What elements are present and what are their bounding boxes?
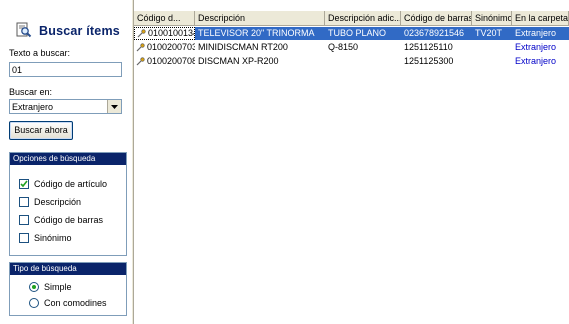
magnifier-page-icon — [16, 22, 32, 40]
search-now-button[interactable]: Buscar ahora — [9, 121, 73, 140]
option-label: Código de barras — [34, 215, 104, 225]
cell-desc2: TUBO PLANO — [325, 27, 401, 40]
cell-barcode: 1251125110 — [404, 42, 453, 52]
table-row[interactable]: 0100200703 MINIDISCMAN RT200 Q-8150 1251… — [134, 41, 569, 54]
search-in-label: Buscar en: — [9, 87, 53, 97]
cell-syn: TV20T — [472, 27, 512, 40]
option-codigo-barras[interactable]: Código de barras — [19, 215, 103, 225]
search-title-text: Buscar ítems — [39, 24, 120, 38]
radio-selected-icon[interactable] — [29, 282, 39, 292]
cell-barcode: 1251125300 — [404, 56, 454, 66]
search-in-select[interactable]: Extranjero — [9, 99, 122, 114]
search-text-label: Texto a buscar: — [9, 48, 71, 58]
cell-desc2 — [325, 55, 401, 68]
col-carpeta[interactable]: En la carpeta — [512, 11, 569, 25]
search-type-header: Tipo de búsqueda — [10, 263, 126, 275]
col-sinonimo[interactable]: Sinónimo — [472, 11, 512, 25]
table-header: Código d... Descripción Descripción adic… — [134, 11, 569, 26]
search-panel-title: Buscar ítems — [16, 22, 120, 40]
col-descripcion[interactable]: Descripción — [195, 11, 325, 25]
dropdown-arrow-icon[interactable] — [107, 100, 121, 113]
checkbox-checked-icon[interactable] — [19, 179, 29, 189]
search-text-input[interactable]: 01 — [9, 62, 122, 77]
cell-desc: DISCMAN XP-R200 — [198, 56, 279, 66]
table-row[interactable]: 0100200708 DISCMAN XP-R200 1251125300 Ex… — [134, 55, 569, 68]
cell-desc: MINIDISCMAN RT200 — [198, 42, 288, 52]
item-icon — [136, 43, 145, 52]
option-sinonimo[interactable]: Sinónimo — [19, 233, 72, 243]
search-options-header: Opciones de búsqueda — [10, 153, 126, 165]
item-icon — [136, 57, 145, 66]
option-descripcion[interactable]: Descripción — [19, 197, 81, 207]
search-panel: Buscar ítems Texto a buscar: 01 Buscar e… — [0, 0, 131, 324]
radio-icon[interactable] — [29, 298, 39, 308]
cell-syn — [472, 41, 512, 54]
option-label: Descripción — [34, 197, 82, 207]
cell-folder: Extranjero — [515, 42, 557, 52]
cell-code: 0100200708 — [134, 55, 195, 68]
item-icon — [137, 29, 146, 38]
type-simple[interactable]: Simple — [29, 282, 72, 292]
table-row[interactable]: 0100100134 TELEVISOR 20" TRINORMA TUBO P… — [134, 27, 569, 40]
type-comodines[interactable]: Con comodines — [29, 298, 107, 308]
cell-code: 0100200703 — [134, 41, 195, 54]
cell-desc: TELEVISOR 20" TRINORMA — [195, 27, 325, 40]
cell-desc2: Q-8150 — [328, 42, 359, 52]
cell-folder: Extranjero — [512, 27, 569, 40]
type-label: Simple — [44, 282, 72, 292]
checkbox-icon[interactable] — [19, 197, 29, 207]
search-in-value: Extranjero — [12, 102, 54, 112]
type-label: Con comodines — [44, 298, 107, 308]
cell-syn — [472, 55, 512, 68]
cell-barcode: 023678921546 — [401, 27, 472, 40]
col-descripcion-adic[interactable]: Descripción adic... — [325, 11, 401, 25]
col-codigo-barras[interactable]: Código de barras — [401, 11, 472, 25]
results-table: Código d... Descripción Descripción adic… — [134, 0, 569, 324]
checkbox-icon[interactable] — [19, 215, 29, 225]
option-codigo-articulo[interactable]: Código de artículo — [19, 179, 107, 189]
option-label: Código de artículo — [34, 179, 108, 189]
cell-code: 0100100134 — [134, 27, 195, 40]
cell-folder: Extranjero — [515, 56, 557, 66]
checkbox-icon[interactable] — [19, 233, 29, 243]
col-codigo[interactable]: Código d... — [134, 11, 195, 25]
option-label: Sinónimo — [34, 233, 72, 243]
